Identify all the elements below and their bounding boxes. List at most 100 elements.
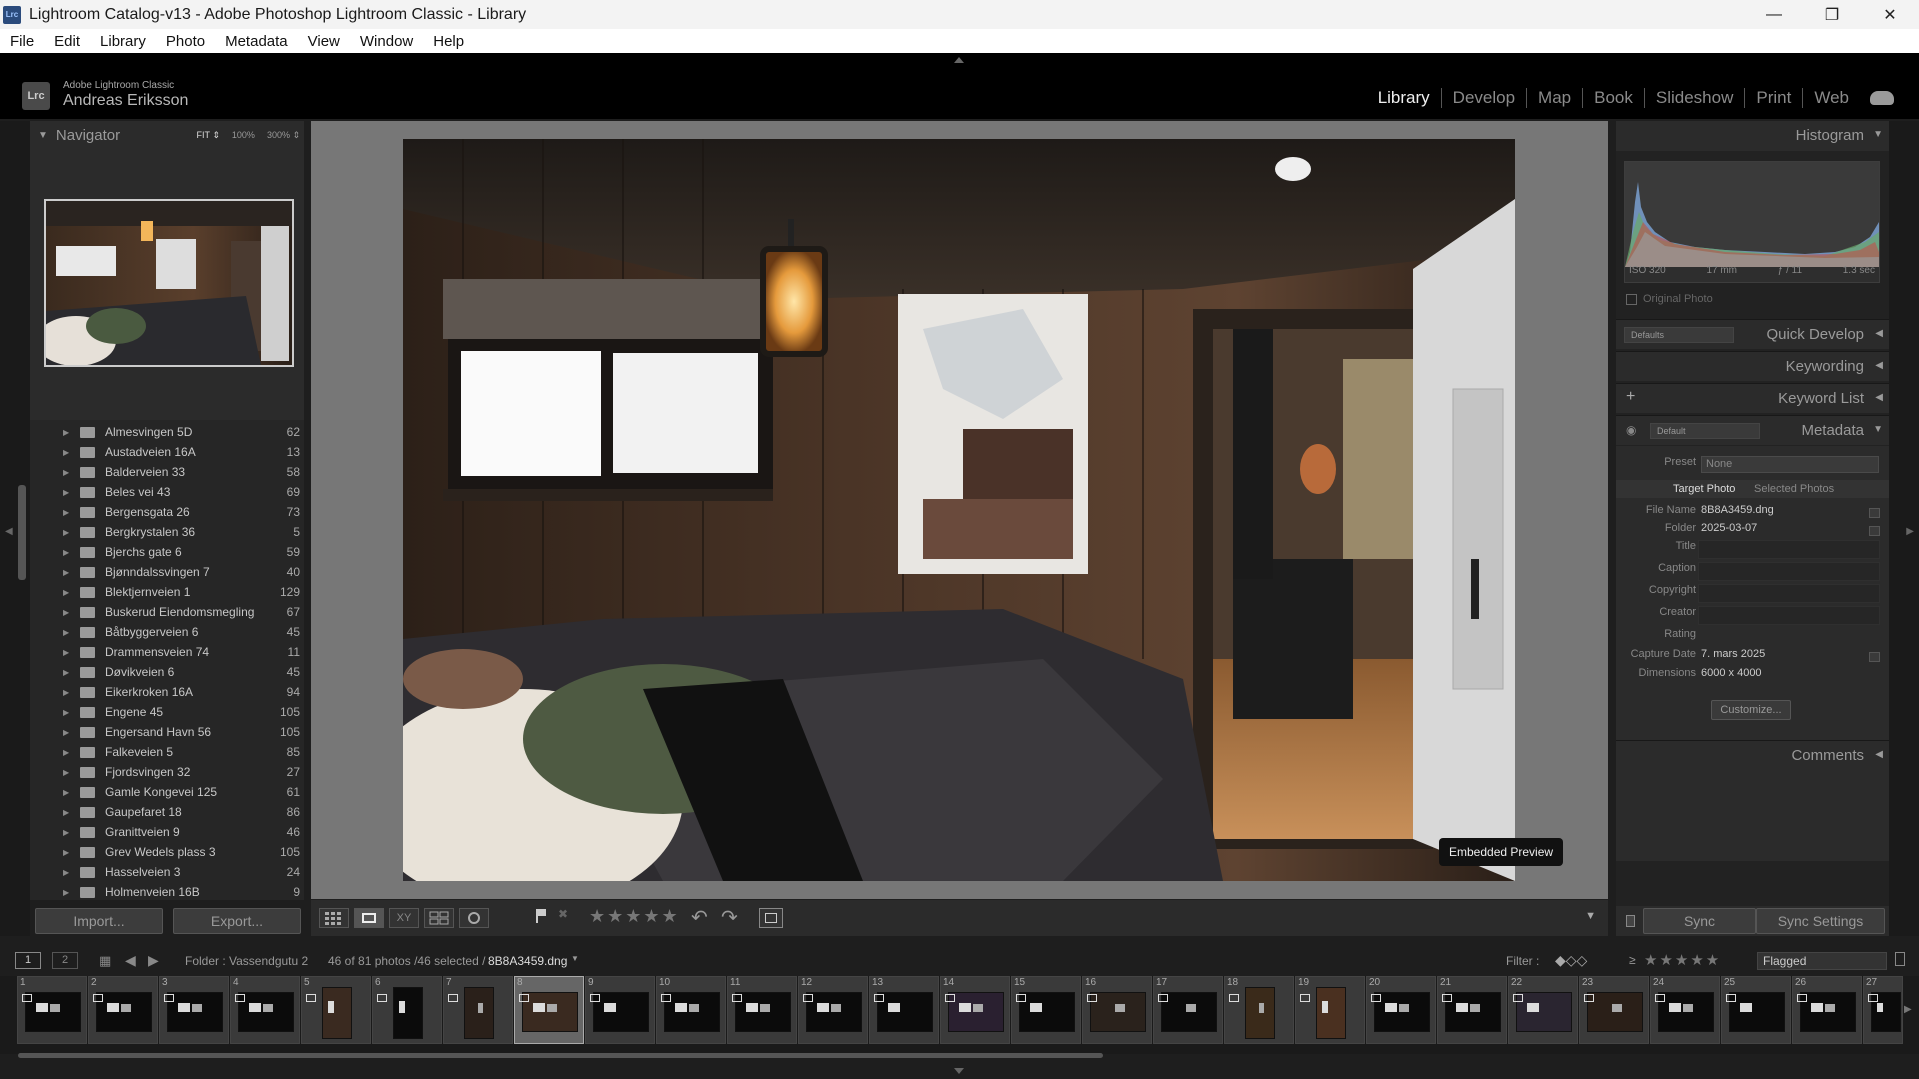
expand-triangle-icon[interactable]: ▶ <box>63 848 69 857</box>
keywording-header[interactable]: Keywording ◀ <box>1616 351 1889 381</box>
folder-row[interactable]: ▶ Almesvingen 5D 62 <box>30 422 304 442</box>
folder-row[interactable]: ▶ Bjønndalssvingen 7 40 <box>30 562 304 582</box>
folder-row[interactable]: ▶ Fjordsvingen 32 27 <box>30 762 304 782</box>
list-icon[interactable] <box>1869 508 1880 518</box>
zoom-300[interactable]: 300% ⇕ <box>267 130 300 141</box>
menu-help[interactable]: Help <box>423 33 474 50</box>
cloud-sync-icon[interactable] <box>1870 91 1894 105</box>
menu-metadata[interactable]: Metadata <box>215 33 298 50</box>
expand-triangle-icon[interactable]: ◀ <box>1875 328 1883 339</box>
menu-edit[interactable]: Edit <box>44 33 90 50</box>
folder-row[interactable]: ▶ Bergensgata 26 73 <box>30 502 304 522</box>
expand-triangle-icon[interactable]: ▶ <box>63 708 69 717</box>
expand-triangle-icon[interactable]: ▶ <box>63 728 69 737</box>
people-view-icon[interactable] <box>459 908 489 928</box>
film-cell[interactable]: 11 <box>727 976 797 1044</box>
module-print[interactable]: Print <box>1745 88 1804 108</box>
folder-row[interactable]: ▶ Hasselveien 3 24 <box>30 862 304 882</box>
top-panel-toggle-icon[interactable] <box>954 57 964 63</box>
expand-triangle-icon[interactable]: ▶ <box>63 828 69 837</box>
filter-lock-icon[interactable] <box>1895 952 1905 966</box>
quick-develop-header[interactable]: Defaults Quick Develop ◀ <box>1616 319 1889 349</box>
filmstrip[interactable]: 1 2 3 4 5 6 7 8 9 10 11 12 13 14 15 16 1… <box>0 976 1919 1054</box>
back-arrow-icon[interactable]: ◀ <box>125 952 136 969</box>
film-cell[interactable]: 14 <box>940 976 1010 1044</box>
menu-file[interactable]: File <box>0 33 44 50</box>
folder-row[interactable]: ▶ Drammensveien 74 11 <box>30 642 304 662</box>
loupe-view-icon[interactable] <box>354 908 384 928</box>
expand-triangle-icon[interactable]: ▶ <box>63 668 69 677</box>
expand-triangle-icon[interactable]: ▶ <box>63 808 69 817</box>
rotate-left-icon[interactable]: ↶ <box>691 905 708 930</box>
histogram[interactable]: ISO 320 17 mm ƒ / 11 1.3 sec <box>1624 161 1880 283</box>
keyword-list-header[interactable]: + Keyword List ◀ <box>1616 383 1889 413</box>
expand-triangle-icon[interactable]: ▶ <box>63 508 69 517</box>
reject-flag-icon[interactable]: ✖ <box>558 907 568 921</box>
expand-triangle-icon[interactable]: ▶ <box>63 568 69 577</box>
tab-target-photo[interactable]: Target Photo <box>1673 483 1735 495</box>
go-to-folder-icon[interactable] <box>1869 526 1880 536</box>
folder-row[interactable]: ▶ Beles vei 43 69 <box>30 482 304 502</box>
film-cell[interactable]: 9 <box>585 976 655 1044</box>
expand-triangle-icon[interactable]: ▶ <box>63 788 69 797</box>
folder-row[interactable]: ▶ Døvikveien 6 45 <box>30 662 304 682</box>
film-cell[interactable]: 26 <box>1792 976 1862 1044</box>
secondary-window-button[interactable]: 2 <box>52 952 78 969</box>
film-cell[interactable]: 27 <box>1863 976 1903 1044</box>
film-cell[interactable]: 1 <box>17 976 87 1044</box>
navigator-preview[interactable] <box>44 199 294 367</box>
expand-triangle-icon[interactable]: ▶ <box>63 868 69 877</box>
folder-row[interactable]: ▶ Austadveien 16A 13 <box>30 442 304 462</box>
zoom-fit[interactable]: FIT ⇕ <box>197 130 220 141</box>
film-cell[interactable]: 16 <box>1082 976 1152 1044</box>
film-cell[interactable]: 19 <box>1295 976 1365 1044</box>
caption-field[interactable] <box>1698 562 1880 581</box>
copyright-field[interactable] <box>1698 584 1880 603</box>
collapse-triangle-icon[interactable]: ▼ <box>1873 129 1883 140</box>
menu-photo[interactable]: Photo <box>156 33 215 50</box>
sync-button[interactable]: Sync <box>1643 908 1756 934</box>
toolbar-menu-icon[interactable]: ▼ <box>1585 910 1596 922</box>
expand-triangle-icon[interactable]: ◀ <box>1875 749 1883 760</box>
expand-triangle-icon[interactable]: ▶ <box>63 468 69 477</box>
expand-triangle-icon[interactable]: ◀ <box>1875 360 1883 371</box>
film-cell[interactable]: 23 <box>1579 976 1649 1044</box>
survey-view-icon[interactable] <box>424 908 454 928</box>
rating-stars[interactable]: ★★★★★ <box>589 906 680 927</box>
customize-button[interactable]: Customize... <box>1711 700 1791 720</box>
film-cell[interactable]: 10 <box>656 976 726 1044</box>
expand-triangle-icon[interactable]: ▶ <box>63 648 69 657</box>
film-cell-selected[interactable]: 8 <box>514 976 584 1044</box>
tab-selected-photos[interactable]: Selected Photos <box>1754 483 1834 495</box>
export-button[interactable]: Export... <box>173 908 301 934</box>
film-cell[interactable]: 6 <box>372 976 442 1044</box>
grid-icon[interactable]: ▦ <box>99 953 111 969</box>
expand-triangle-icon[interactable]: ▶ <box>63 768 69 777</box>
left-panel-scrollbar[interactable] <box>18 485 26 580</box>
film-cell[interactable]: 7 <box>443 976 513 1044</box>
folder-row[interactable]: ▶ Gaupefaret 18 86 <box>30 802 304 822</box>
expand-triangle-icon[interactable]: ▶ <box>63 428 69 437</box>
rating-operator[interactable]: ≥ <box>1629 953 1636 967</box>
film-cell[interactable]: 4 <box>230 976 300 1044</box>
right-panel-toggle-icon[interactable]: ▶ <box>1906 526 1914 537</box>
left-panel-toggle-icon[interactable]: ◀ <box>5 526 13 537</box>
grid-view-icon[interactable] <box>319 908 349 928</box>
menu-library[interactable]: Library <box>90 33 156 50</box>
expand-triangle-icon[interactable]: ▶ <box>63 448 69 457</box>
expand-triangle-icon[interactable]: ◀ <box>1875 392 1883 403</box>
film-cell[interactable]: 15 <box>1011 976 1081 1044</box>
rotate-right-icon[interactable]: ↷ <box>721 905 738 930</box>
comments-header[interactable]: Comments ◀ <box>1616 740 1889 770</box>
filmstrip-scrollbar[interactable] <box>18 1053 1103 1058</box>
metadata-header[interactable]: ◉ Default Metadata ▼ <box>1616 415 1889 445</box>
module-web[interactable]: Web <box>1803 88 1860 108</box>
folder-row[interactable]: ▶ Gamle Kongevei 125 61 <box>30 782 304 802</box>
chevron-down-icon[interactable]: ▼ <box>571 954 579 963</box>
expand-triangle-icon[interactable]: ▶ <box>63 608 69 617</box>
edit-date-icon[interactable] <box>1869 652 1880 662</box>
quick-develop-preset[interactable]: Defaults <box>1624 327 1734 343</box>
module-book[interactable]: Book <box>1583 88 1645 108</box>
folder-value[interactable]: 2025-03-07 <box>1701 522 1757 534</box>
film-cell[interactable]: 13 <box>869 976 939 1044</box>
